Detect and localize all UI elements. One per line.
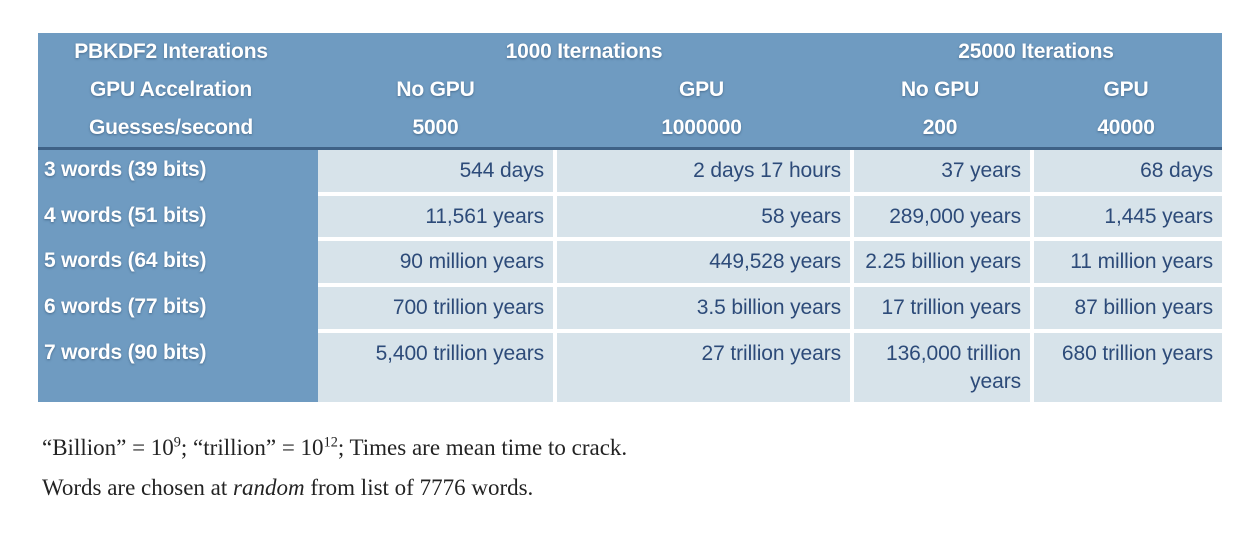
header-label-guesses-per-second: Guesses/second	[38, 109, 318, 150]
table-header: PBKDF2 Interations 1000 Iternations 2500…	[38, 33, 1223, 150]
table-cell: 68 days	[1030, 150, 1223, 196]
table-cell: 2.25 billion years	[850, 241, 1031, 288]
password-crack-time-table: PBKDF2 Interations 1000 Iternations 2500…	[38, 33, 1223, 403]
table-cell: 17 trillion years	[850, 287, 1031, 333]
table-cell: 5,400 trillion years	[318, 332, 553, 403]
row-label: 6 words (77 bits)	[38, 287, 318, 333]
table-row: 6 words (77 bits) 700 trillion years 3.5…	[38, 287, 1223, 333]
table-cell: 11,561 years	[318, 195, 553, 242]
password-crack-time-table-container: PBKDF2 Interations 1000 Iternations 2500…	[38, 33, 1223, 403]
header-gpu-1000-gpu: GPU	[553, 71, 851, 109]
table-cell: 544 days	[318, 150, 553, 196]
header-guesses-1000-gpu: 1000000	[553, 109, 851, 150]
table-cell: 3.5 billion years	[553, 287, 851, 333]
header-guesses-25000-nogpu: 200	[850, 109, 1031, 150]
row-label: 3 words (39 bits)	[38, 150, 318, 196]
table-cell: 58 years	[553, 195, 851, 242]
table-cell: 90 million years	[318, 241, 553, 288]
header-row-guesses-per-second: Guesses/second 5000 1000000 200 40000	[38, 109, 1223, 150]
header-gpu-1000-nogpu: No GPU	[318, 71, 553, 109]
footnote-line-1: “Billion” = 109; “trillion” = 1012; Time…	[42, 428, 1202, 468]
table-cell: 680 trillion years	[1030, 332, 1223, 403]
table-row: 7 words (90 bits) 5,400 trillion years 2…	[38, 332, 1223, 403]
footnote-1-text-a: “Billion” = 10	[42, 435, 174, 460]
header-row-iterations: PBKDF2 Interations 1000 Iternations 2500…	[38, 33, 1223, 71]
table-row: 3 words (39 bits) 544 days 2 days 17 hou…	[38, 150, 1223, 196]
table-cell: 136,000 trillion years	[850, 332, 1031, 403]
header-guesses-25000-gpu: 40000	[1030, 109, 1223, 150]
row-label: 7 words (90 bits)	[38, 332, 318, 403]
header-gpu-25000-gpu: GPU	[1030, 71, 1223, 109]
table-cell: 11 million years	[1030, 241, 1223, 288]
table-cell: 289,000 years	[850, 195, 1031, 242]
header-gpu-25000-nogpu: No GPU	[850, 71, 1031, 109]
footnote-line-2: Words are chosen at random from list of …	[42, 468, 1202, 508]
footnotes: “Billion” = 109; “trillion” = 1012; Time…	[42, 428, 1202, 507]
header-label-pbkdf2-iterations: PBKDF2 Interations	[38, 33, 318, 71]
header-row-gpu-acceleration: GPU Accelration No GPU GPU No GPU GPU	[38, 71, 1223, 109]
table-body: 3 words (39 bits) 544 days 2 days 17 hou…	[38, 150, 1223, 403]
footnote-1-exponent-9: 9	[173, 434, 181, 451]
table-row: 5 words (64 bits) 90 million years 449,5…	[38, 241, 1223, 288]
table-row: 4 words (51 bits) 11,561 years 58 years …	[38, 195, 1223, 242]
row-label: 5 words (64 bits)	[38, 241, 318, 288]
footnote-2-emphasis-random: random	[233, 474, 305, 500]
footnote-1-text-b: ; “trillion” = 10	[180, 435, 324, 460]
table-cell: 87 billion years	[1030, 287, 1223, 333]
header-group-1000-iterations: 1000 Iternations	[318, 33, 851, 71]
footnote-2-text-a: Words are chosen at	[42, 474, 234, 500]
table-cell: 2 days 17 hours	[553, 150, 851, 196]
header-guesses-1000-nogpu: 5000	[318, 109, 553, 150]
footnote-1-exponent-12: 12	[323, 434, 338, 451]
footnote-1-text-c: ; Times are mean time to crack.	[337, 435, 628, 460]
table-cell: 37 years	[850, 150, 1031, 196]
footnote-2-text-b: from list of 7776 words.	[304, 474, 534, 500]
header-label-gpu-acceleration: GPU Accelration	[38, 71, 318, 109]
table-cell: 449,528 years	[553, 241, 851, 288]
table-cell: 27 trillion years	[553, 332, 851, 403]
table-cell: 1,445 years	[1030, 195, 1223, 242]
header-group-25000-iterations: 25000 Iterations	[850, 33, 1223, 71]
row-label: 4 words (51 bits)	[38, 195, 318, 242]
table-cell: 700 trillion years	[318, 287, 553, 333]
